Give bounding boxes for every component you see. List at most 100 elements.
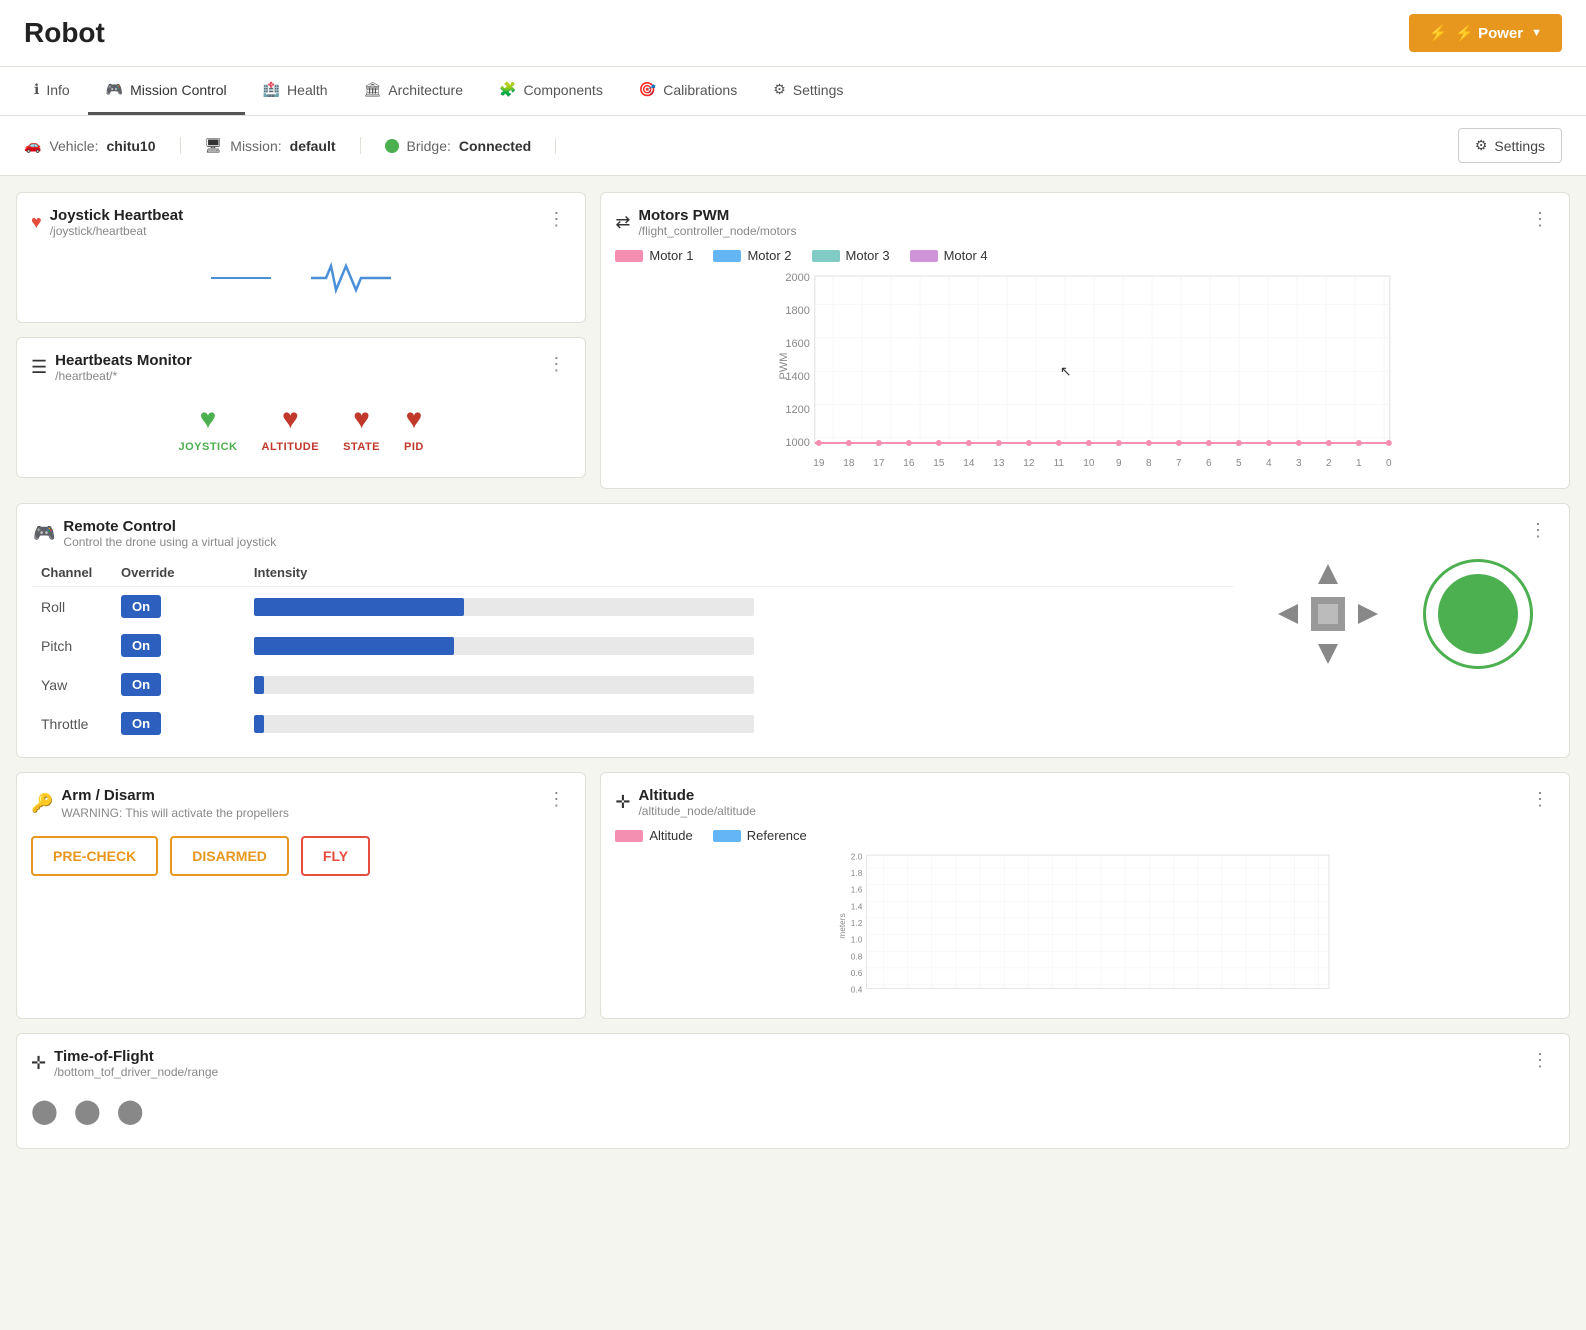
tab-components[interactable]: 🧩 Components — [481, 67, 621, 115]
svg-text:1000: 1000 — [786, 437, 810, 449]
intensity-pitch — [246, 626, 1233, 665]
svg-text:2.0: 2.0 — [851, 851, 863, 861]
pitch-on-button[interactable]: On — [121, 634, 161, 657]
joystick-heart-icon: ♥ — [200, 403, 217, 435]
altitude-subtitle: /altitude_node/altitude — [638, 804, 755, 818]
disarmed-button[interactable]: DISARMED — [170, 836, 289, 876]
svg-text:1.2: 1.2 — [851, 918, 863, 928]
svg-text:0.4: 0.4 — [851, 985, 863, 995]
top-panels: ♥ Joystick Heartbeat /joystick/heartbeat… — [16, 192, 1570, 489]
joystick-header: ♥ Joystick Heartbeat /joystick/heartbeat… — [31, 207, 571, 238]
car-icon: 🚗 — [24, 137, 41, 154]
tab-settings-label: Settings — [793, 82, 844, 98]
dpad-down-arrow — [1318, 644, 1338, 664]
motors-more-button[interactable]: ⋮ — [1525, 207, 1555, 232]
throttle-on-button[interactable]: On — [121, 712, 161, 735]
svg-text:↖: ↖ — [1060, 363, 1072, 379]
tof-card: ✛ Time-of-Flight /bottom_tof_driver_node… — [16, 1033, 1570, 1149]
tab-settings[interactable]: ⚙ Settings — [755, 67, 861, 115]
intensity-yaw — [246, 665, 1233, 704]
rc-content: Channel Override Intensity Roll On — [33, 549, 1553, 743]
joystick-title-row: ♥ Joystick Heartbeat /joystick/heartbeat — [31, 207, 183, 238]
nav-tabs: ℹ Info 🎮 Mission Control 🏥 Health 🏛 Arch… — [0, 67, 1586, 116]
tab-architecture[interactable]: 🏛 Architecture — [346, 67, 481, 115]
precheck-button[interactable]: PRE-CHECK — [31, 836, 158, 876]
intensity-throttle — [246, 704, 1233, 743]
svg-text:8: 8 — [1146, 458, 1152, 469]
motors-chart-svg: 2000 1800 1600 1400 1200 1000 PWM — [615, 271, 1555, 471]
chevron-down-icon: ▼ — [1531, 27, 1542, 39]
bridge-status: Bridge: Connected — [361, 138, 557, 154]
heartbeats-title-row: ☰ Heartbeats Monitor /heartbeat/* — [31, 352, 192, 383]
tof-more-button[interactable]: ⋮ — [1525, 1048, 1555, 1073]
gamepad-icon: 🎮 — [33, 523, 55, 544]
roll-bar-bg — [254, 598, 754, 616]
legend-motor2: Motor 2 — [713, 248, 791, 263]
heartbeats-monitor-card: ☰ Heartbeats Monitor /heartbeat/* ⋮ ♥ JO… — [16, 337, 586, 478]
dpad-center-inner — [1318, 604, 1338, 624]
override-roll: On — [113, 587, 246, 627]
joystick-subtitle: /joystick/heartbeat — [50, 224, 183, 238]
rc-title: Remote Control — [63, 518, 276, 535]
left-panels: ♥ Joystick Heartbeat /joystick/heartbeat… — [16, 192, 586, 489]
svg-text:1200: 1200 — [786, 404, 810, 416]
tab-architecture-label: Architecture — [388, 82, 463, 98]
table-row: Yaw On — [33, 665, 1233, 704]
app-title: Robot — [24, 17, 105, 49]
svg-text:1: 1 — [1356, 458, 1362, 469]
heartbeats-more-button[interactable]: ⋮ — [541, 352, 571, 377]
fly-button[interactable]: FLY — [301, 836, 370, 876]
motor3-color — [812, 250, 840, 262]
override-throttle: On — [113, 704, 246, 743]
channel-roll: Roll — [33, 587, 113, 627]
col-channel: Channel — [33, 559, 113, 587]
tab-health[interactable]: 🏥 Health — [245, 67, 346, 115]
rc-title-row: 🎮 Remote Control Control the drone using… — [33, 518, 276, 549]
svg-text:1.0: 1.0 — [851, 935, 863, 945]
settings-button[interactable]: ⚙ Settings — [1458, 128, 1562, 163]
connected-indicator — [385, 139, 399, 153]
tof-header: ✛ Time-of-Flight /bottom_tof_driver_node… — [31, 1048, 1555, 1079]
pitch-bar-fill — [254, 637, 454, 655]
altitude-heart-icon: ♥ — [282, 403, 299, 435]
yaw-on-button[interactable]: On — [121, 673, 161, 696]
svg-text:16: 16 — [904, 458, 916, 469]
arm-title-row: 🔑 Arm / Disarm WARNING: This will activa… — [31, 787, 289, 820]
dpad-svg — [1273, 559, 1383, 669]
joystick-heartbeat-card: ♥ Joystick Heartbeat /joystick/heartbeat… — [16, 192, 586, 323]
arm-header: 🔑 Arm / Disarm WARNING: This will activa… — [31, 787, 571, 820]
arm-more-button[interactable]: ⋮ — [541, 787, 571, 812]
bridge-value: Connected — [459, 138, 531, 154]
roll-on-button[interactable]: On — [121, 595, 161, 618]
gear-icon: ⚙ — [1475, 137, 1488, 154]
throttle-bar-fill — [254, 715, 264, 733]
altitude-legend-label: Altitude — [649, 828, 692, 843]
tab-components-label: Components — [523, 82, 602, 98]
svg-text:2: 2 — [1326, 458, 1332, 469]
joystick-visualization — [31, 248, 571, 308]
joystick-control[interactable] — [1423, 559, 1533, 669]
hb-joystick: ♥ JOYSTICK — [178, 403, 237, 453]
motors-pwm-card: ⇄ Motors PWM /flight_controller_node/mot… — [600, 192, 1570, 489]
state-heart-icon: ♥ — [353, 403, 370, 435]
power-button[interactable]: ⚡ ⚡ Power ▼ — [1409, 14, 1562, 52]
mission-status-icon: 🖥 — [205, 137, 223, 154]
heartbeats-title: Heartbeats Monitor — [55, 352, 192, 369]
tof-subtitle: /bottom_tof_driver_node/range — [54, 1065, 218, 1079]
tab-info[interactable]: ℹ Info — [16, 67, 88, 115]
rc-more-button[interactable]: ⋮ — [1523, 518, 1553, 543]
legend-motor4: Motor 4 — [910, 248, 988, 263]
tof-icons: ⬤ ⬤ ⬤ — [31, 1089, 1555, 1134]
motors-title-row: ⇄ Motors PWM /flight_controller_node/mot… — [615, 207, 796, 238]
mission-icon: 🎮 — [106, 81, 123, 98]
joystick-ball — [1438, 574, 1518, 654]
channel-pitch: Pitch — [33, 626, 113, 665]
reference-color — [713, 830, 741, 842]
joystick-more-button[interactable]: ⋮ — [541, 207, 571, 232]
tab-calibrations[interactable]: 🎯 Calibrations — [621, 67, 755, 115]
altitude-more-button[interactable]: ⋮ — [1525, 787, 1555, 812]
table-row: Pitch On — [33, 626, 1233, 665]
svg-text:9: 9 — [1116, 458, 1122, 469]
rc-subtitle: Control the drone using a virtual joysti… — [63, 535, 276, 549]
tab-mission-control[interactable]: 🎮 Mission Control — [88, 67, 245, 115]
